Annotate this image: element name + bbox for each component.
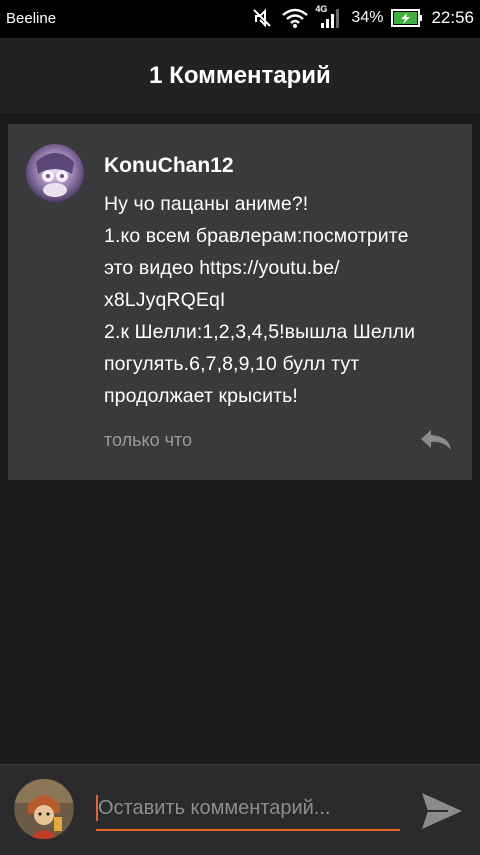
comment-line: погулять.6,7,8,9,10 булл тут xyxy=(104,353,360,375)
battery-charging-icon xyxy=(391,8,423,28)
comment-link[interactable]: это видео https://youtu.be/ xyxy=(104,252,454,284)
comment-line: продолжает крысить! xyxy=(104,385,298,407)
carrier-name: Beeline xyxy=(6,10,57,27)
signal-icon: 4G xyxy=(315,4,343,29)
text-caret xyxy=(96,795,98,821)
comment-input[interactable] xyxy=(96,787,400,831)
send-icon xyxy=(418,793,466,837)
wifi-icon xyxy=(281,7,309,29)
comment-composer xyxy=(0,764,480,855)
comment-line: 2.к Шелли:1,2,3,4,5!вышла Шелли xyxy=(104,321,416,343)
user-avatar[interactable] xyxy=(14,779,74,839)
avatar[interactable] xyxy=(26,144,84,202)
comment-card: KonuChan12 Ну чо пацаны аниме?! 1.ко все… xyxy=(8,124,472,480)
comment-input-wrapper xyxy=(96,787,400,839)
battery-percent: 34% xyxy=(351,9,384,26)
comment-body: Ну чо пацаны аниме?! 1.ко всем бравлерам… xyxy=(104,188,454,412)
page-title: 1 Комментарий xyxy=(149,62,331,89)
comment-line: 1.ко всем бравлерам:посмотрите xyxy=(104,225,409,247)
network-type: 4G xyxy=(315,4,328,14)
status-bar: Beeline 4G 34% 22:56 xyxy=(0,0,480,38)
status-icons: 4G 34% 22:56 xyxy=(251,4,474,29)
comment-timestamp: только что xyxy=(104,430,193,450)
header: 1 Комментарий xyxy=(0,38,480,115)
mute-icon xyxy=(251,7,273,29)
comment-line: Ну чо пацаны аниме?! xyxy=(104,193,309,215)
clock: 22:56 xyxy=(431,8,474,27)
comment-link[interactable]: x8LJyqRQEqI xyxy=(104,284,454,316)
send-button[interactable] xyxy=(418,789,466,833)
reply-icon[interactable] xyxy=(418,426,454,459)
comment-username[interactable]: KonuChan12 xyxy=(104,154,234,178)
